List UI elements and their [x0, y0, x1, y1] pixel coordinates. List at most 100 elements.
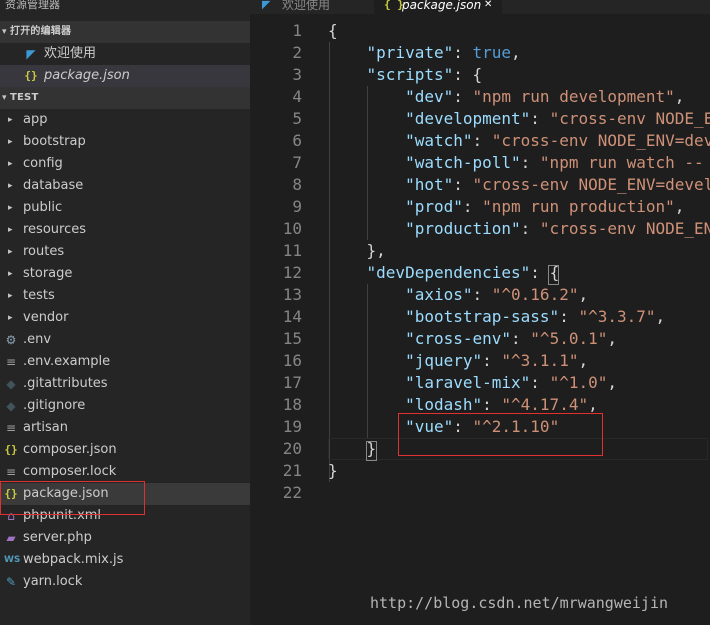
- file-item-env-example[interactable]: ≡ .env.example: [0, 351, 250, 373]
- tab-package-json[interactable]: { } package.json ✕: [374, 0, 502, 14]
- code-line[interactable]: "cross-env": "^5.0.1",: [328, 329, 617, 348]
- line-number: 9: [292, 197, 302, 216]
- code-token: "devDependencies": [366, 263, 531, 282]
- chevron-right-icon: ▸: [8, 269, 13, 279]
- code-line[interactable]: "devDependencies": {: [328, 263, 560, 282]
- code-token: :: [453, 87, 473, 106]
- folder-item-tests[interactable]: ▸ tests: [0, 285, 250, 307]
- file-item-webpack-mix-js[interactable]: WS webpack.mix.js: [0, 549, 250, 571]
- line-number: 8: [292, 175, 302, 194]
- chevron-right-icon: ▸: [8, 313, 13, 323]
- json-icon: { }: [384, 0, 404, 11]
- folder-label: routes: [23, 244, 65, 259]
- code-line[interactable]: }: [328, 461, 338, 480]
- line-number: 17: [282, 373, 302, 392]
- code-line[interactable]: "watch": "cross-env NODE_ENV=dev: [328, 131, 710, 150]
- folder-item-database[interactable]: ▸ database: [0, 175, 250, 197]
- tab-bar: ◤ 欢迎使用 { } package.json ✕: [250, 0, 710, 14]
- open-editors-header[interactable]: ▾ 打开的编辑器: [0, 21, 250, 43]
- line-number: 5: [292, 109, 302, 128]
- folder-item-public[interactable]: ▸ public: [0, 197, 250, 219]
- tab-label: package.json: [402, 0, 482, 12]
- folder-item-resources[interactable]: ▸ resources: [0, 219, 250, 241]
- code-line[interactable]: {: [328, 21, 338, 40]
- code-token: ,: [674, 197, 685, 216]
- file-item-gitattributes[interactable]: ◆ .gitattributes: [0, 373, 250, 395]
- line-number: 2: [292, 43, 302, 62]
- line-number: 16: [282, 351, 302, 370]
- close-icon[interactable]: ✕: [484, 0, 492, 10]
- open-editor-item-package-json[interactable]: {} package.json: [0, 65, 250, 87]
- code-line[interactable]: "bootstrap-sass": "^3.3.7",: [328, 307, 665, 326]
- code-token: "prod": [405, 197, 463, 216]
- line-number: 13: [282, 285, 302, 304]
- code-line[interactable]: "watch-poll": "npm run watch --: [328, 153, 704, 172]
- file-item-composer-lock[interactable]: ≡ composer.lock: [0, 461, 250, 483]
- line-number: 4: [292, 87, 302, 106]
- file-label: .gitignore: [23, 398, 86, 413]
- line-number: 12: [282, 263, 302, 282]
- code-line[interactable]: "hot": "cross-env NODE_ENV=devel: [328, 175, 710, 194]
- folder-item-bootstrap[interactable]: ▸ bootstrap: [0, 131, 250, 153]
- folder-item-config[interactable]: ▸ config: [0, 153, 250, 175]
- open-editor-item-welcome[interactable]: ◤ 欢迎使用: [0, 43, 250, 65]
- vscode-icon: ◤: [26, 47, 36, 61]
- highlight-box-vue-dependency: [398, 413, 603, 456]
- code-token: ,: [511, 43, 521, 62]
- code-token: },: [328, 241, 386, 260]
- code-line[interactable]: }: [328, 439, 377, 458]
- code-token: "axios": [405, 285, 473, 304]
- chevron-right-icon: ▸: [8, 247, 13, 257]
- file-label: yarn.lock: [23, 574, 83, 589]
- code-line[interactable]: "development": "cross-env NODE_E: [328, 109, 710, 128]
- chevron-right-icon: ▸: [8, 137, 13, 147]
- code-line[interactable]: "axios": "^0.16.2",: [328, 285, 588, 304]
- line-number: 3: [292, 65, 302, 84]
- folder-item-vendor[interactable]: ▸ vendor: [0, 307, 250, 329]
- project-header[interactable]: ▾ TEST: [0, 87, 250, 109]
- code-line[interactable]: "private": true,: [328, 43, 521, 62]
- code-line[interactable]: "scripts": {: [328, 65, 483, 84]
- line-number: 21: [282, 461, 302, 480]
- code-line[interactable]: },: [328, 241, 386, 260]
- code-line[interactable]: "prod": "npm run production",: [328, 197, 684, 216]
- code-line[interactable]: "laravel-mix": "^1.0",: [328, 373, 617, 392]
- folder-item-storage[interactable]: ▸ storage: [0, 263, 250, 285]
- file-label: .env.example: [23, 354, 111, 369]
- folder-label: database: [23, 178, 84, 193]
- file-item-gitignore[interactable]: ◆ .gitignore: [0, 395, 250, 417]
- code-token: :: [520, 219, 540, 238]
- tab-welcome[interactable]: ◤ 欢迎使用: [250, 0, 374, 14]
- file-item-server-php[interactable]: ▰ server.php: [0, 527, 250, 549]
- code-line[interactable]: "production": "cross-env NODE_EN: [328, 219, 710, 238]
- code-line[interactable]: "lodash": "^4.17.4",: [328, 395, 598, 414]
- code-token: :: [472, 131, 492, 150]
- code-editor[interactable]: 1 2 3 4 5 6 7 8 9 10 11 12 13 14 15 16 17 18 19 20 21 22{ "pr…: [250, 14, 710, 625]
- code-line[interactable]: "dev": "npm run development",: [328, 87, 684, 106]
- code-token: "cross-env": [405, 329, 512, 348]
- code-token: ,: [578, 351, 589, 370]
- folder-label: storage: [23, 266, 73, 281]
- code-token: {: [328, 21, 338, 40]
- file-item-yarn-lock[interactable]: ✎ yarn.lock: [0, 571, 250, 593]
- file-item-artisan[interactable]: ≡ artisan: [0, 417, 250, 439]
- folder-item-app[interactable]: ▸ app: [0, 109, 250, 131]
- code-token: ,: [607, 373, 617, 392]
- highlight-box-package-json: [0, 481, 145, 515]
- folder-label: vendor: [23, 310, 69, 325]
- code-token: "production": [405, 219, 521, 238]
- folder-item-routes[interactable]: ▸ routes: [0, 241, 250, 263]
- code-token: "bootstrap-sass": [405, 307, 560, 326]
- chevron-right-icon: ▸: [8, 291, 13, 301]
- code-token: :: [559, 307, 579, 326]
- file-item-env[interactable]: ⚙ .env: [0, 329, 250, 351]
- file-item-composer-json[interactable]: {} composer.json: [0, 439, 250, 461]
- code-line[interactable]: "jquery": "^3.1.1",: [328, 351, 588, 370]
- folder-label: public: [23, 200, 63, 215]
